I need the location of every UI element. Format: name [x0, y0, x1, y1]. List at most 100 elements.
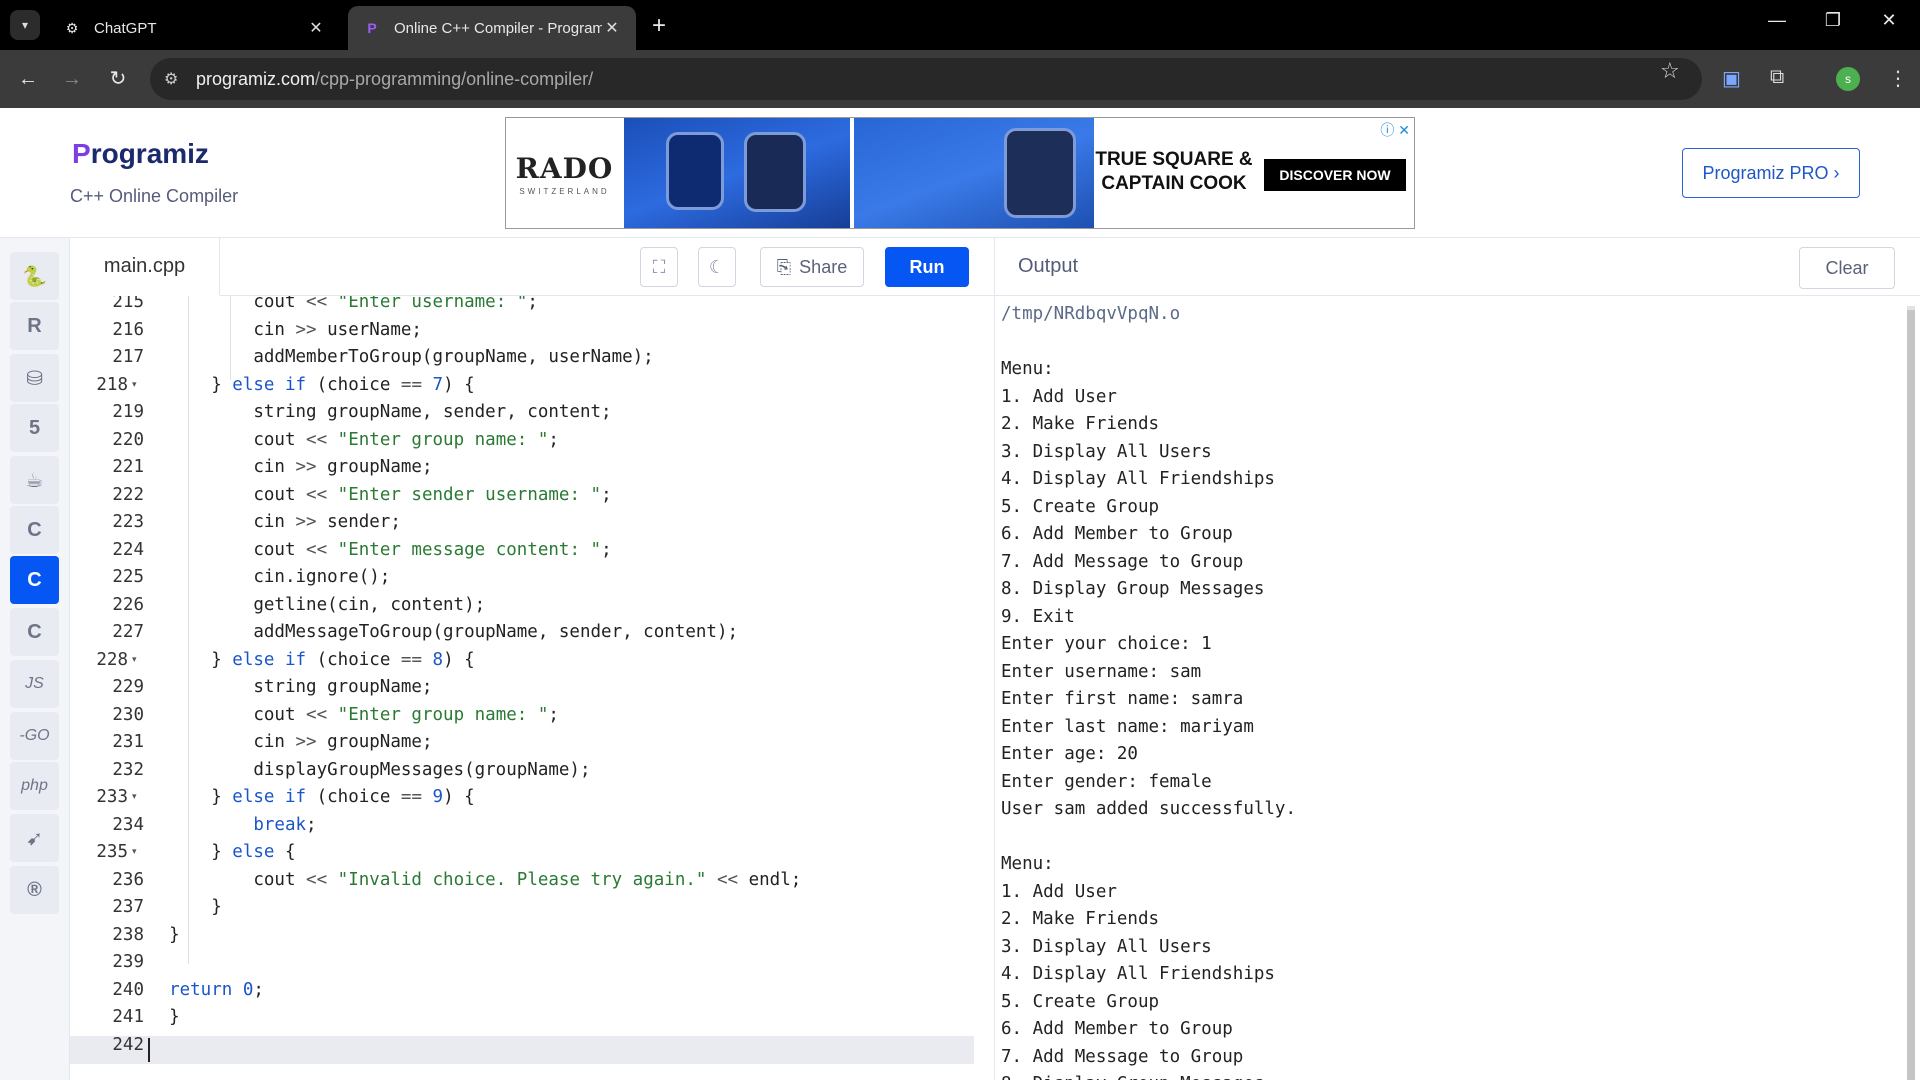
code-line[interactable]: cout << "Enter group name: ";: [148, 426, 559, 454]
code-line[interactable]: [148, 1031, 169, 1059]
back-arrow-icon[interactable]: ←: [14, 65, 42, 93]
programiz-logo[interactable]: Programiz: [72, 138, 209, 170]
share-label: Share: [799, 256, 848, 277]
output-line: 1. Add User: [1001, 386, 1117, 407]
reload-icon[interactable]: ↻: [104, 65, 132, 93]
share-button[interactable]: ⎘ Share: [760, 247, 864, 287]
html-icon[interactable]: 5: [10, 404, 59, 452]
restore-icon[interactable]: ❐: [1818, 10, 1848, 31]
code-line[interactable]: cin.ignore();: [148, 563, 390, 591]
code-line[interactable]: }: [148, 893, 222, 921]
code-line[interactable]: } else if (choice == 7) {: [148, 371, 474, 399]
js-icon[interactable]: JS: [10, 660, 59, 708]
swift-icon[interactable]: ➹: [10, 814, 59, 862]
close-window-icon[interactable]: ✕: [1874, 10, 1904, 31]
output-line: Enter gender: female: [1001, 771, 1212, 792]
code-line[interactable]: cin >> groupName;: [148, 728, 432, 756]
dark-mode-moon-icon[interactable]: ☾: [698, 247, 736, 287]
code-line[interactable]: }: [148, 1003, 180, 1031]
code-line[interactable]: addMessageToGroup(groupName, sender, con…: [148, 618, 738, 646]
output-line: 4. Display All Friendships: [1001, 964, 1275, 984]
csharp-icon[interactable]: C: [10, 608, 59, 656]
code-line[interactable]: cin >> userName;: [148, 316, 422, 344]
code-line[interactable]: } else if (choice == 9) {: [148, 783, 474, 811]
code-line[interactable]: cin >> groupName;: [148, 453, 432, 481]
r-icon[interactable]: R: [10, 302, 59, 350]
ad-choices-icon[interactable]: ⓘ ✕: [1380, 120, 1410, 140]
text-cursor: [148, 1038, 150, 1062]
tab-chatgpt[interactable]: ⚙ ChatGPT ✕: [48, 6, 340, 50]
go-icon[interactable]: -GO: [10, 712, 59, 760]
code-line[interactable]: } else if (choice == 8) {: [148, 646, 474, 674]
code-line[interactable]: break;: [148, 811, 316, 839]
output-line: 8. Display Group Messages: [1001, 579, 1265, 599]
site-settings-icon[interactable]: ⚙: [164, 69, 178, 89]
output-line: 2. Make Friends: [1001, 909, 1160, 929]
fold-arrow-icon[interactable]: ▾: [132, 654, 137, 665]
output-line: Menu:: [1001, 854, 1054, 874]
code-line[interactable]: cout << "Enter username: ";: [148, 296, 538, 316]
forward-arrow-icon[interactable]: →: [58, 65, 86, 93]
ad-copy: TRUE SQUARE & CAPTAIN COOK DISCOVER NOW: [1094, 118, 1414, 228]
profile-avatar[interactable]: s: [1836, 67, 1860, 91]
close-tab-icon[interactable]: ✕: [602, 18, 622, 38]
code-line[interactable]: cout << "Enter sender username: ";: [148, 481, 611, 509]
code-line[interactable]: addMemberToGroup(groupName, userName);: [148, 343, 653, 371]
code-line[interactable]: getline(cin, content);: [148, 591, 485, 619]
ad-discover-button[interactable]: DISCOVER NOW: [1264, 159, 1406, 191]
output-line: 7. Add Message to Group: [1001, 1046, 1244, 1067]
line-number: 217: [112, 347, 144, 367]
tab-groups-icon[interactable]: ▣: [1722, 66, 1741, 91]
output-line: 9. Exit: [1001, 606, 1075, 627]
output-scrollbar[interactable]: [1907, 310, 1915, 1080]
code-line[interactable]: return 0;: [148, 976, 264, 1004]
programiz-pro-button[interactable]: Programiz PRO ›: [1682, 148, 1860, 198]
code-line[interactable]: } else {: [148, 838, 295, 866]
code-line[interactable]: [148, 948, 169, 976]
clear-button[interactable]: Clear: [1799, 247, 1895, 289]
output-line: Enter your choice: 1: [1001, 634, 1212, 654]
code-line[interactable]: }: [148, 921, 180, 949]
code-line[interactable]: cout << "Invalid choice. Please try agai…: [148, 866, 801, 894]
code-line[interactable]: displayGroupMessages(groupName);: [148, 756, 590, 784]
new-tab-plus-icon[interactable]: +: [652, 12, 666, 40]
output-console[interactable]: /tmp/NRdbqvVpqN.o Menu: 1. Add User 2. Make…: [994, 296, 1920, 1080]
php-icon[interactable]: php: [10, 762, 59, 810]
output-line: Menu:: [1001, 359, 1054, 379]
code-line[interactable]: string groupName, sender, content;: [148, 398, 611, 426]
run-button[interactable]: Run: [885, 247, 969, 287]
ad-brand-logo: RADO SWITZERLAND: [506, 118, 623, 228]
line-number: 230: [112, 704, 144, 725]
address-bar[interactable]: ⚙ programiz.com/cpp-programming/online-c…: [150, 58, 1702, 100]
code-line[interactable]: cout << "Enter group name: ";: [148, 701, 559, 729]
fold-arrow-icon[interactable]: ▾: [132, 379, 137, 390]
close-tab-icon[interactable]: ✕: [306, 18, 326, 38]
ad-watch-image: [854, 118, 1094, 228]
line-number: 216: [112, 319, 144, 340]
more-menu-icon[interactable]: ⋮: [1888, 66, 1908, 91]
tab-programiz[interactable]: P Online C++ Compiler - Program ✕: [348, 6, 636, 50]
file-tab-main-cpp[interactable]: main.cpp: [70, 238, 220, 296]
fullscreen-icon[interactable]: ⛶: [640, 247, 678, 287]
minimize-icon[interactable]: —: [1762, 10, 1792, 31]
rust-icon[interactable]: ®: [10, 866, 59, 914]
tab-search-chevron-icon[interactable]: ▾: [10, 10, 40, 40]
code-line[interactable]: cout << "Enter message content: ";: [148, 536, 611, 564]
cpp-icon[interactable]: C: [10, 556, 59, 604]
fold-arrow-icon[interactable]: ▾: [132, 791, 137, 802]
python-icon[interactable]: 🐍: [10, 252, 59, 300]
extensions-puzzle-icon[interactable]: ⧉: [1770, 66, 1784, 89]
advertisement-banner[interactable]: RADO SWITZERLAND TRUE SQUARE & CAPTAIN CO…: [505, 117, 1415, 229]
code-line[interactable]: cin >> sender;: [148, 508, 401, 536]
java-icon[interactable]: ☕: [10, 456, 59, 504]
line-number: 221: [112, 457, 144, 477]
sql-icon[interactable]: ⛁: [10, 354, 59, 402]
line-number: 222: [112, 484, 144, 505]
code-line[interactable]: string groupName;: [148, 673, 432, 701]
code-editor[interactable]: 215 cout << "Enter username: "; 216 cin >…: [70, 296, 994, 1080]
bookmark-star-icon[interactable]: ☆: [1660, 58, 1680, 84]
url-text[interactable]: programiz.com/cpp-programming/online-com…: [196, 69, 593, 90]
output-line: 8. Display Group Messages: [1001, 1070, 1264, 1080]
c-icon[interactable]: C: [10, 506, 59, 554]
fold-arrow-icon[interactable]: ▾: [132, 846, 137, 857]
